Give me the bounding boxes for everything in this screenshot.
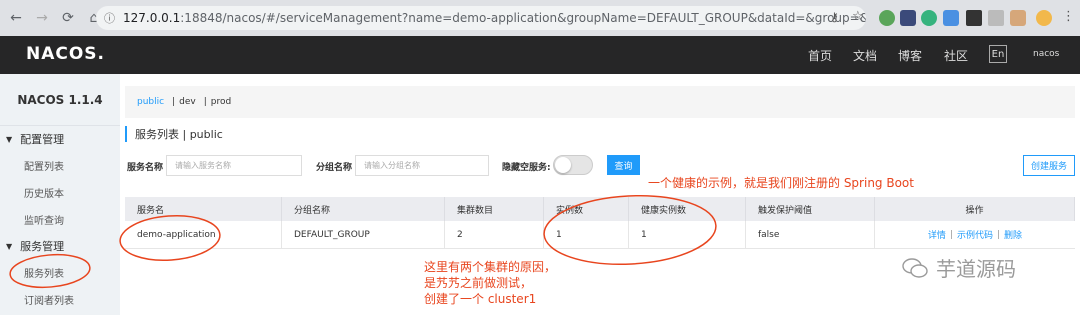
watermark: 芋道源码 <box>902 253 1016 282</box>
watermark-text: 芋道源码 <box>936 257 1016 281</box>
annotation-line-2: 是艿艿之前做测试， <box>424 276 533 290</box>
annotation-circle-service <box>119 215 221 261</box>
annotation-circle-instances <box>543 194 717 266</box>
annotation-top-text: 一个健康的示例，就是我们刚注册的 Spring Boot <box>648 176 914 190</box>
annotation-line-3: 创建了一个 cluster1 <box>424 292 537 306</box>
annotation-line-1: 这里有两个集群的原因， <box>424 260 557 274</box>
wechat-icon <box>902 257 928 278</box>
annotation-circle-sidebar <box>9 253 91 289</box>
